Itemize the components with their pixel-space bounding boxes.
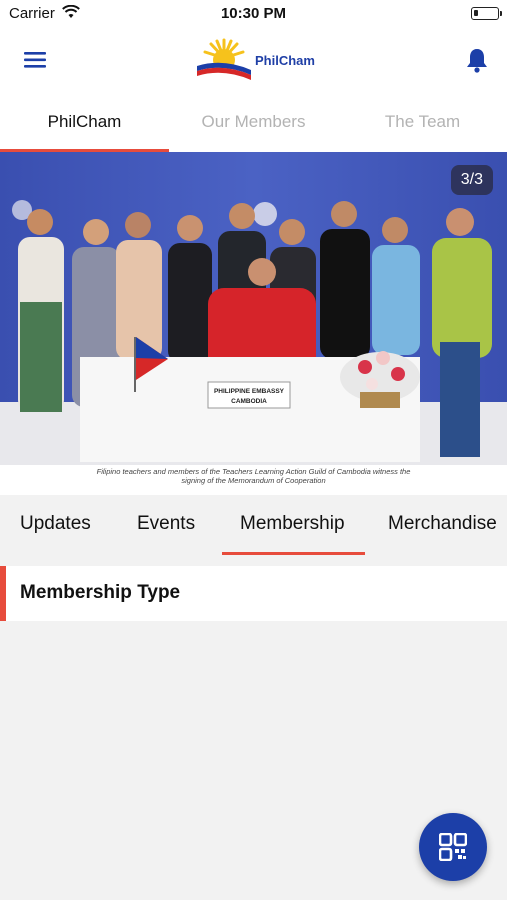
app-name: PhilCham [255, 53, 315, 68]
qr-code-icon [439, 833, 467, 861]
tab-membership[interactable]: Membership [222, 495, 365, 557]
bell-icon [467, 49, 487, 73]
tab-events[interactable]: Events [137, 495, 195, 557]
menu-icon [24, 52, 46, 68]
status-bar: Carrier 10:30 PM [0, 0, 507, 28]
banner-caption: Filipino teachers and members of the Tea… [0, 467, 507, 485]
embassy-sign-line-1: PHILIPPINE EMBASSY [214, 388, 285, 395]
tab-philcham[interactable]: PhilCham [0, 94, 169, 152]
section-tabs: Updates Events Membership Merchandise [0, 495, 507, 559]
embassy-sign-line-2: CAMBODIA [231, 398, 267, 405]
tab-updates[interactable]: Updates [20, 495, 91, 557]
battery-icon [471, 7, 502, 20]
banner-carousel[interactable]: PHILIPPINE EMBASSY CAMBODIA 3/3 Filipino… [0, 152, 507, 495]
caption-line-2: signing of the Memorandum of Cooperation [181, 476, 326, 485]
qr-code-button[interactable] [419, 813, 487, 881]
tab-our-members[interactable]: Our Members [169, 94, 338, 152]
caption-line-1: Filipino teachers and members of the Tea… [96, 467, 411, 476]
banner-photo: PHILIPPINE EMBASSY CAMBODIA [0, 152, 507, 465]
tab-merchandise[interactable]: Merchandise [388, 495, 497, 557]
tab-the-team[interactable]: The Team [338, 94, 507, 152]
notifications-button[interactable] [464, 46, 490, 74]
top-tabs: PhilCham Our Members The Team [0, 94, 507, 152]
status-time: 10:30 PM [220, 5, 287, 22]
membership-type-card: Membership Type [0, 566, 507, 621]
menu-button[interactable] [20, 48, 50, 72]
battery-level [474, 10, 478, 16]
membership-type-title: Membership Type [20, 582, 181, 603]
accent-bar [0, 566, 6, 621]
sun-flag-logo-icon [197, 38, 251, 80]
app-header: PhilCham [0, 28, 507, 94]
philcham-logo: PhilCham [193, 36, 318, 86]
carousel-counter: 3/3 [450, 165, 493, 195]
